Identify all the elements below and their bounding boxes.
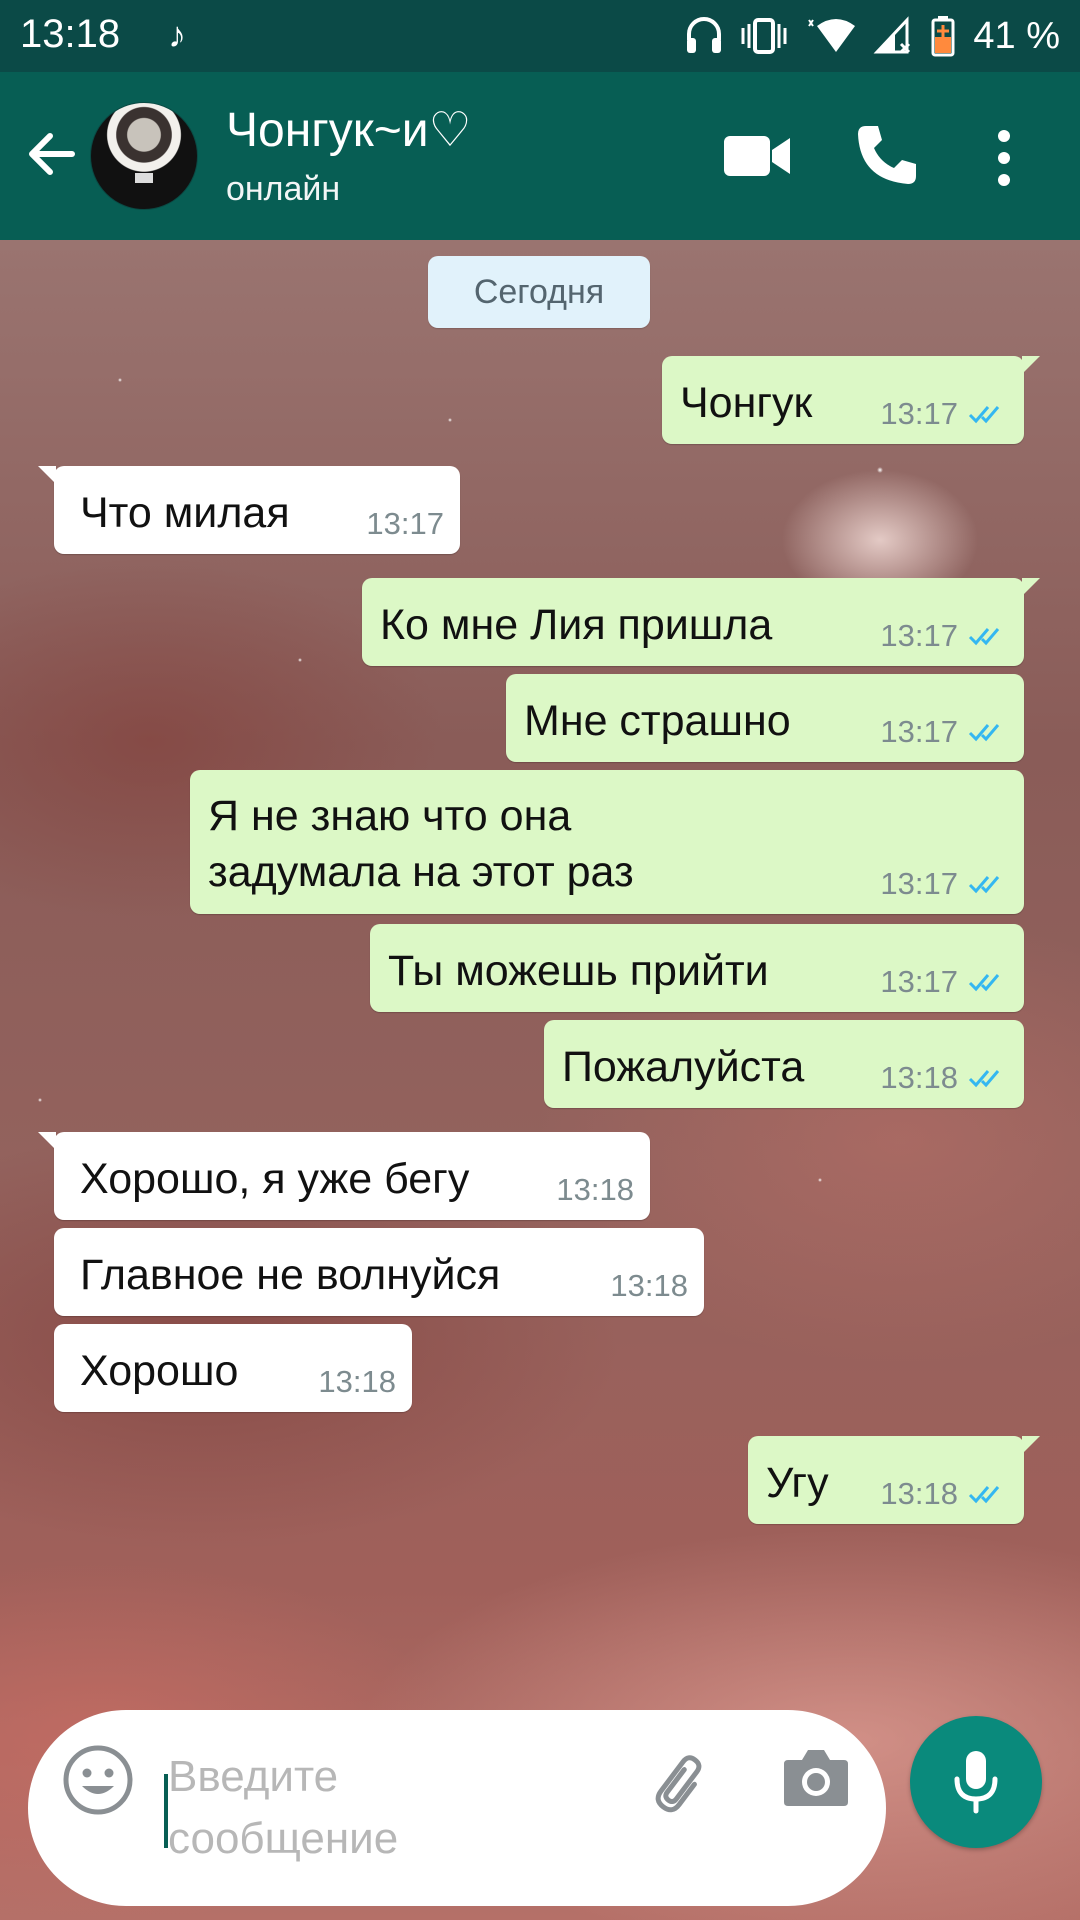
battery-percent: 41 %	[973, 14, 1060, 57]
double-check-icon	[968, 974, 1000, 992]
message-time: 13:18	[556, 1172, 634, 1207]
message-time: 13:17	[880, 964, 958, 999]
message-time: 13:17	[880, 618, 958, 653]
more-vert-icon[interactable]	[992, 126, 1016, 190]
battery-icon	[931, 16, 955, 57]
contact-status: онлайн	[226, 170, 341, 208]
microphone-icon	[954, 1751, 998, 1814]
vibrate-icon	[741, 18, 787, 54]
message-outgoing[interactable]: Пожалуйста 13:18	[544, 1020, 1024, 1108]
message-incoming[interactable]: Хорошо, я уже бегу 13:18	[38, 1132, 650, 1220]
double-check-icon	[968, 876, 1000, 894]
message-text: Я не знаю что она задумала на этот раз	[208, 788, 634, 900]
message-time: 13:17	[880, 866, 958, 901]
message-text: Главное не волнуйся	[80, 1251, 501, 1299]
wifi-icon	[808, 19, 856, 52]
message-composer[interactable]: Введите сообщение	[28, 1710, 886, 1906]
message-outgoing[interactable]: Мне страшно 13:17	[506, 674, 1024, 762]
message-text: Ко мне Лия пришла	[380, 601, 773, 649]
message-text-line: задумала на этот раз	[208, 848, 634, 896]
message-outgoing[interactable]: Ко мне Лия пришла 13:17	[362, 578, 1040, 666]
video-call-icon[interactable]	[722, 130, 792, 182]
paperclip-icon[interactable]	[646, 1746, 718, 1818]
message-text: Что милая	[80, 489, 290, 537]
message-time: 13:17	[880, 714, 958, 749]
music-note-icon: ♪	[168, 14, 186, 55]
avatar-shirt-logo	[135, 173, 153, 183]
message-time: 13:18	[880, 1060, 958, 1095]
microphone-button[interactable]	[910, 1716, 1042, 1848]
back-arrow-icon[interactable]	[24, 126, 80, 182]
message-text: Хорошо, я уже бегу	[80, 1155, 470, 1203]
message-time: 13:18	[610, 1268, 688, 1303]
camera-icon[interactable]	[782, 1746, 850, 1808]
double-check-icon	[968, 406, 1000, 424]
headphones-icon	[687, 17, 722, 53]
message-text: Мне страшно	[524, 697, 791, 745]
phone-icon[interactable]	[852, 122, 920, 190]
date-chip: Сегодня	[428, 256, 650, 328]
double-check-icon	[968, 724, 1000, 742]
status-icons: 41 %	[685, 10, 1060, 62]
chat-header: Чонгук~и♡ онлайн	[0, 72, 1080, 240]
message-text-line: Я не знаю что она	[208, 792, 572, 840]
message-outgoing[interactable]: Ты можешь прийти 13:17	[370, 924, 1024, 1012]
message-text: Ты можешь прийти	[388, 947, 769, 995]
message-incoming[interactable]: Что милая 13:17	[38, 466, 460, 554]
message-incoming[interactable]: Главное не волнуйся 13:18	[54, 1228, 704, 1316]
status-bar: 13:18 ♪ 41 %	[0, 0, 1080, 72]
message-text: Угу	[766, 1459, 829, 1507]
message-time: 13:18	[318, 1364, 396, 1399]
message-text: Пожалуйста	[562, 1043, 805, 1091]
double-check-icon	[968, 628, 1000, 646]
avatar[interactable]	[90, 102, 198, 210]
message-time: 13:18	[880, 1476, 958, 1511]
placeholder-line: сообщение	[168, 1814, 399, 1863]
message-outgoing[interactable]: Угу 13:18	[748, 1436, 1040, 1524]
message-input[interactable]: Введите сообщение	[168, 1746, 528, 1870]
placeholder-line: Введите	[168, 1752, 339, 1801]
message-outgoing[interactable]: Я не знаю что она задумала на этот раз 1…	[190, 770, 1024, 914]
chat-area[interactable]: Сегодня Чонгук 13:17 Что милая 13:17 Ко …	[0, 240, 1080, 1920]
signal-icon	[873, 16, 911, 54]
double-check-icon	[968, 1486, 1000, 1504]
message-time: 13:17	[366, 506, 444, 541]
message-time: 13:17	[880, 396, 958, 431]
message-text: Чонгук	[680, 379, 813, 427]
contact-name[interactable]: Чонгук~и♡	[226, 102, 472, 158]
message-incoming[interactable]: Хорошо 13:18	[54, 1324, 412, 1412]
message-text: Хорошо	[80, 1347, 239, 1395]
double-check-icon	[968, 1070, 1000, 1088]
message-outgoing[interactable]: Чонгук 13:17	[662, 356, 1040, 444]
status-time: 13:18	[20, 12, 121, 56]
emoji-icon[interactable]	[62, 1744, 134, 1816]
